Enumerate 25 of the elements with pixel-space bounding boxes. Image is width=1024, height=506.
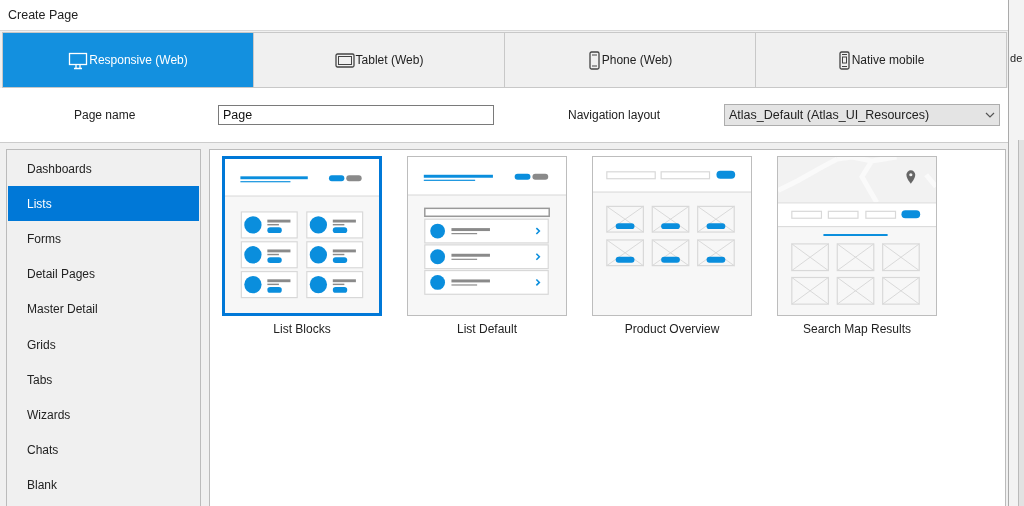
mobile-app-icon: [837, 50, 851, 70]
template-tile[interactable]: List Default: [407, 156, 567, 336]
category-item[interactable]: Blank: [8, 467, 199, 503]
template-tile[interactable]: Search Map Results: [777, 156, 937, 336]
category-item[interactable]: Grids: [8, 326, 199, 363]
category-item[interactable]: Detail Pages: [8, 256, 199, 292]
phone-icon: [587, 50, 601, 70]
category-item[interactable]: Lists: [8, 186, 199, 222]
field-label: Navigation layout: [567, 108, 662, 122]
category-item[interactable]: Dashboards: [8, 151, 199, 187]
category-item[interactable]: Forms: [8, 221, 199, 257]
monitor-icon: [68, 50, 89, 70]
template-tile[interactable]: List Blocks: [222, 156, 382, 336]
category-item[interactable]: Chats: [8, 432, 199, 468]
category-item[interactable]: Wizards: [8, 397, 199, 433]
category-item[interactable]: Master Detail: [8, 291, 199, 327]
template-tile[interactable]: Product Overview: [592, 156, 752, 336]
window-title: Create Page: [0, 0, 1008, 31]
page-name-field[interactable]: Page: [218, 105, 494, 125]
chevron-down-icon: [985, 112, 995, 118]
field-label: Page name: [73, 108, 137, 122]
tablet-icon: [334, 50, 355, 70]
category-item[interactable]: Tabs: [8, 362, 199, 398]
background-window-text: de: [1010, 52, 1023, 64]
navigation-layout-dropdown[interactable]: Atlas_Default (Atlas_UI_Resources): [724, 104, 1000, 126]
